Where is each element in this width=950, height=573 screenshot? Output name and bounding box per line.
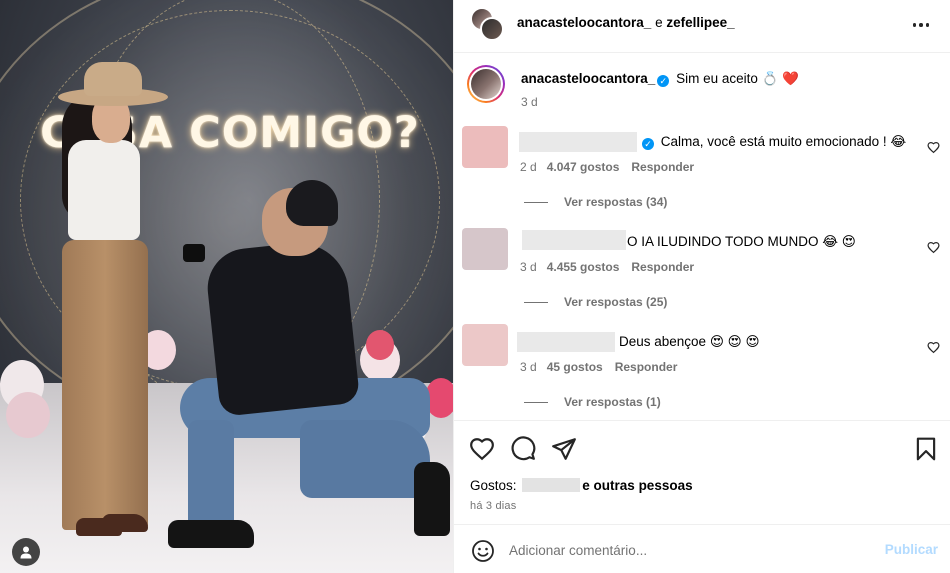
comment-time[interactable]: 3 d [520, 360, 537, 374]
likes-suffix[interactable]: e outras pessoas [582, 478, 692, 493]
balloon [366, 330, 394, 360]
comment-heart-icon[interactable] [927, 241, 940, 254]
publish-button[interactable]: Publicar [885, 542, 938, 557]
author-username[interactable]: anacasteloocantora_ [517, 15, 651, 30]
comment-heart-icon[interactable] [927, 141, 940, 154]
more-options-icon[interactable] [909, 13, 933, 37]
woman-cargo-pants [62, 240, 148, 530]
reply-button[interactable]: Responder [615, 360, 678, 374]
replies-dash [524, 302, 548, 304]
ring-box [183, 244, 205, 262]
man-shoe [414, 462, 450, 536]
view-replies-label[interactable]: Ver respostas (25) [564, 295, 667, 309]
view-replies-button[interactable]: Ver respostas (25) [524, 295, 667, 309]
comment-text: O IA ILUDINDO TODO MUNDO 😂 😍 [627, 234, 856, 249]
man-sweater [203, 238, 361, 417]
caption-line: anacasteloocantora_ ✓ Sim eu aceito 💍 ❤️ [521, 71, 799, 87]
comment-meta: 3 d 45 gostos Responder [520, 360, 677, 374]
bookmark-icon[interactable] [913, 436, 939, 462]
coauthor-username[interactable]: zefellipee_ [666, 15, 734, 30]
post-photo[interactable]: CASA COMIGO? [0, 0, 453, 573]
comment-heart-icon[interactable] [927, 341, 940, 354]
likes-summary[interactable]: Gostos: e outras pessoas [470, 478, 693, 493]
comment-meta: 3 d 4.455 gostos Responder [520, 260, 694, 274]
commenter-username-redacted[interactable] [522, 230, 626, 250]
heart-icon[interactable] [469, 436, 495, 462]
add-comment-bar: Publicar [454, 524, 950, 573]
replies-dash [524, 402, 548, 404]
view-replies-button[interactable]: Ver respostas (34) [524, 195, 667, 209]
commenter-username-redacted[interactable] [517, 332, 615, 352]
commenter-avatar[interactable] [462, 324, 508, 366]
caption-text: Sim eu aceito 💍 ❤️ [676, 71, 799, 86]
woman-boot [102, 514, 148, 532]
smiley-icon[interactable] [471, 539, 495, 563]
replies-dash [524, 202, 548, 204]
comment-bubble-icon[interactable] [510, 436, 536, 462]
commenter-avatar[interactable] [462, 228, 508, 270]
comment-item: ✓ Calma, você está muito emocionado ! 😂 … [454, 114, 950, 214]
cowboy-hat-crown [84, 62, 142, 96]
comment-likes[interactable]: 4.455 gostos [547, 260, 620, 274]
verified-badge-icon: ✓ [642, 138, 654, 150]
commenter-avatar[interactable] [462, 126, 508, 168]
comment-time[interactable]: 3 d [520, 260, 537, 274]
man-jeans-leg [300, 420, 430, 498]
man-shoe [168, 520, 254, 548]
reply-button[interactable]: Responder [631, 160, 694, 174]
view-replies-label[interactable]: Ver respostas (1) [564, 395, 661, 409]
post-authors: anacasteloocantora_ e zefellipee_ [517, 15, 735, 30]
woman-top [68, 140, 140, 240]
posted-time[interactable]: há 3 dias [470, 500, 516, 512]
reply-button[interactable]: Responder [631, 260, 694, 274]
comment-likes[interactable]: 45 gostos [547, 360, 603, 374]
balloon [6, 392, 50, 438]
comment-text: Calma, você está muito emocionado ! 😂 [660, 134, 907, 149]
view-replies-button[interactable]: Ver respostas (1) [524, 395, 661, 409]
post-header: anacasteloocantora_ e zefellipee_ [454, 0, 950, 53]
comment-item: O IA ILUDINDO TODO MUNDO 😂 😍 3 d 4.455 go… [454, 214, 950, 314]
man-cap [286, 180, 338, 226]
tagged-accounts-button[interactable] [12, 538, 40, 566]
verified-badge-icon: ✓ [657, 75, 670, 87]
paper-plane-icon[interactable] [551, 436, 577, 462]
user-silhouette-icon [20, 546, 32, 559]
caption-time[interactable]: 3 d [521, 95, 538, 109]
caption-username[interactable]: anacasteloocantora_ [521, 71, 655, 86]
comment-item: Deus abençoe 😍 😍 😍 3 d 45 gostos Responder… [454, 314, 950, 414]
coauthor-avatar[interactable] [480, 17, 504, 41]
comment-input[interactable] [509, 537, 869, 563]
story-ring[interactable] [467, 65, 505, 103]
comment-time[interactable]: 2 d [520, 160, 537, 174]
liker-username-redacted[interactable] [522, 478, 581, 492]
post-details-panel: anacasteloocantora_ e zefellipee_ anacas… [453, 0, 950, 573]
post-caption: anacasteloocantora_ ✓ Sim eu aceito 💍 ❤️ … [454, 54, 950, 114]
likes-prefix: Gostos: [470, 478, 517, 493]
post-actions: Gostos: e outras pessoas há 3 dias [454, 420, 950, 524]
caption-author-avatar[interactable] [471, 69, 501, 99]
man-jeans-leg [188, 420, 234, 530]
comment-likes[interactable]: 4.047 gostos [547, 160, 620, 174]
authors-joiner: e [651, 15, 667, 30]
comment-text-row: ✓ Calma, você está muito emocionado ! 😂 [640, 134, 906, 150]
comment-text: Deus abençoe 😍 😍 😍 [619, 334, 760, 349]
view-replies-label[interactable]: Ver respostas (34) [564, 195, 667, 209]
commenter-username-redacted[interactable] [519, 132, 637, 152]
comment-meta: 2 d 4.047 gostos Responder [520, 160, 694, 174]
